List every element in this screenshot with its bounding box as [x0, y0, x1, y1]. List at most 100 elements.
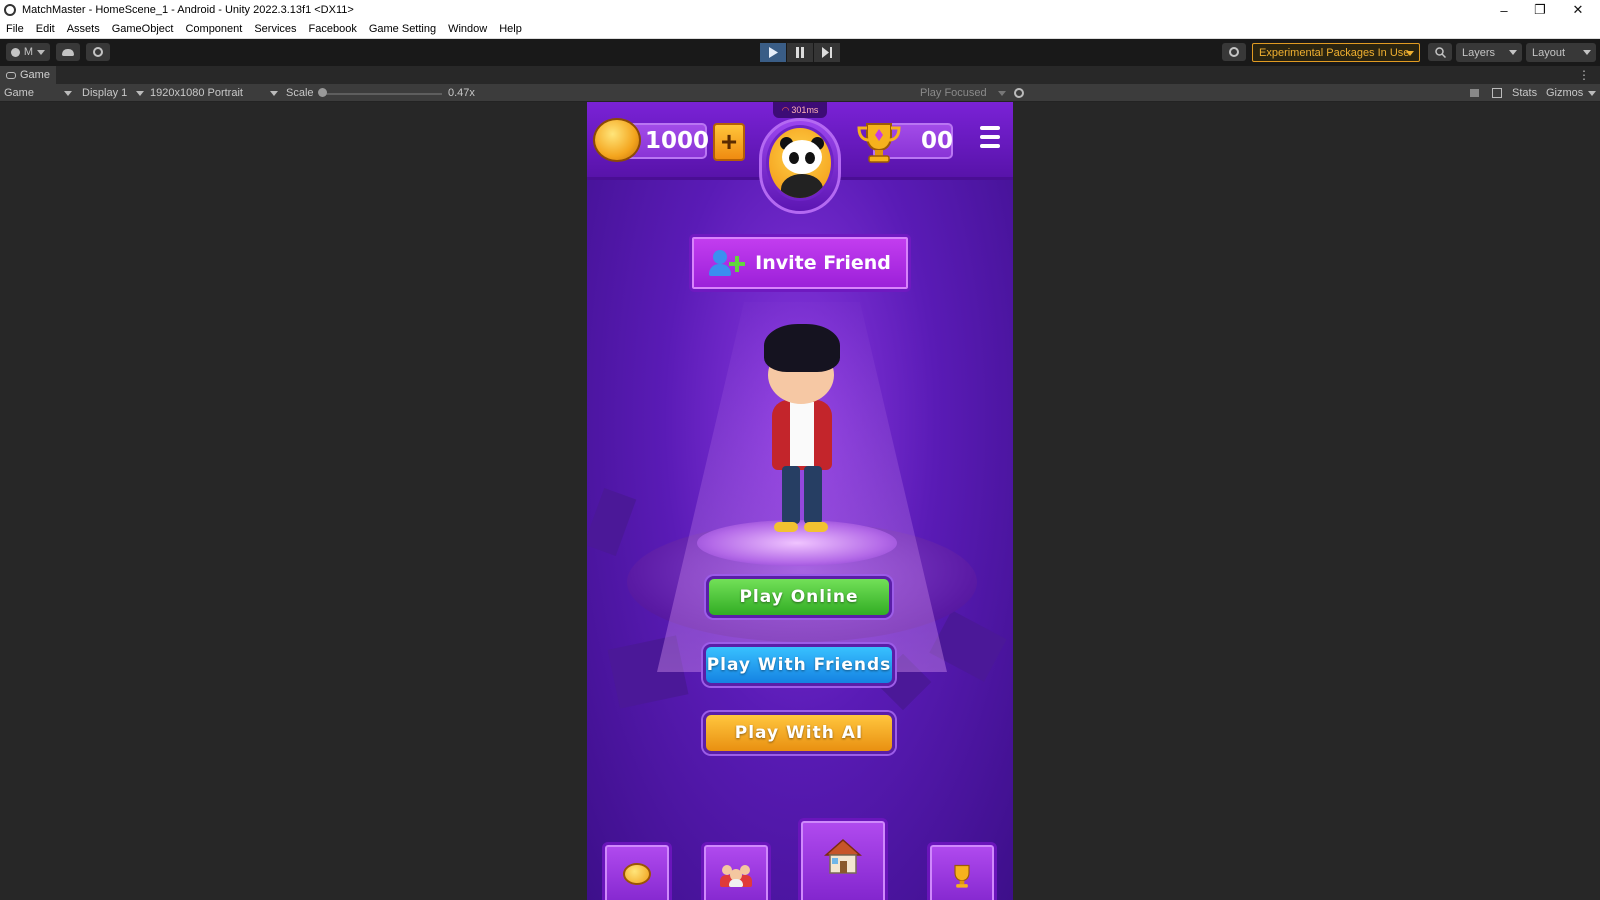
main-toolbar: M Experimental Packages In Use Layers La…: [0, 39, 1600, 66]
play-with-friends-button[interactable]: Play With Friends: [703, 644, 895, 686]
menu-window[interactable]: Window: [448, 23, 487, 35]
step-icon: [821, 47, 832, 58]
character-hair: [764, 324, 840, 372]
profile-avatar-button[interactable]: [766, 125, 834, 201]
trophy-icon: [954, 864, 970, 888]
history-icon: [1229, 47, 1239, 57]
view-select-label: Game: [4, 87, 34, 99]
menu-edit[interactable]: Edit: [36, 23, 55, 35]
coins-stack-icon: [593, 118, 641, 162]
account-dropdown[interactable]: M: [6, 43, 50, 61]
tab-game[interactable]: Game: [0, 66, 56, 84]
pause-icon: [796, 47, 804, 58]
tab-row: Game ⋮: [0, 66, 1600, 84]
menu-file[interactable]: File: [6, 23, 24, 35]
nav-friends-button[interactable]: [701, 842, 771, 900]
scale-label: Scale: [286, 87, 314, 99]
nav-leaderboard-button[interactable]: [927, 842, 997, 900]
search-button[interactable]: [1428, 43, 1452, 61]
menu-line: [980, 126, 1000, 130]
menu-help[interactable]: Help: [499, 23, 522, 35]
gear-icon: [93, 47, 103, 57]
character-leg: [782, 466, 800, 524]
game-screen[interactable]: ◠ 301ms 1000 + 00 Invite Friend Play Onl…: [587, 102, 1013, 900]
chevron-down-icon: [1509, 50, 1517, 55]
character-shoe: [804, 522, 828, 532]
nav-home-button[interactable]: [798, 818, 888, 900]
minimize-button[interactable]: –: [1486, 0, 1522, 20]
pause-button[interactable]: [787, 43, 813, 62]
friends-icon: [720, 863, 752, 887]
speaker-icon: [1470, 89, 1479, 97]
step-button[interactable]: [814, 43, 840, 62]
chevron-down-icon: [37, 49, 46, 55]
audio-mute-button[interactable]: [1470, 84, 1479, 102]
background-rock: [587, 487, 637, 557]
menu-services[interactable]: Services: [254, 23, 296, 35]
view-select[interactable]: Game: [4, 84, 74, 102]
scale-slider-handle[interactable]: [318, 88, 327, 97]
layers-label: Layers: [1462, 46, 1496, 59]
bug-report-button[interactable]: [1014, 84, 1024, 102]
more-options-icon[interactable]: ⋮: [1578, 68, 1590, 82]
menu-facebook[interactable]: Facebook: [309, 23, 357, 35]
menu-gameobject[interactable]: GameObject: [112, 23, 174, 35]
play-button[interactable]: [760, 43, 786, 62]
collab-button[interactable]: [86, 43, 110, 61]
display-select[interactable]: Display 1: [82, 84, 144, 102]
menu-line: [980, 135, 1000, 139]
chevron-down-icon: [136, 90, 144, 96]
layers-dropdown[interactable]: Layers: [1456, 43, 1522, 62]
cloud-button[interactable]: [56, 43, 80, 61]
account-icon: [10, 47, 20, 57]
invite-friend-label: Invite Friend: [755, 252, 891, 274]
experimental-packages-dropdown[interactable]: Experimental Packages In Use: [1252, 43, 1420, 62]
game-view-controls: Game Display 1 1920x1080 Portrait Scale …: [0, 84, 1600, 102]
play-online-button[interactable]: Play Online: [706, 576, 892, 618]
resolution-select[interactable]: 1920x1080 Portrait: [150, 84, 278, 102]
menu-game-setting[interactable]: Game Setting: [369, 23, 436, 35]
scale-value: 0.47x: [448, 87, 475, 99]
stats-button[interactable]: Stats: [1512, 84, 1537, 102]
character-shirt: [790, 402, 814, 466]
coins-icon: [623, 863, 651, 885]
character-shoe: [774, 522, 798, 532]
home-icon: [824, 838, 862, 874]
chevron-down-icon: [1588, 90, 1596, 96]
trophy-icon: [857, 123, 901, 163]
player-character[interactable]: [752, 324, 852, 536]
unity-logo-icon: [4, 4, 16, 16]
experimental-packages-label: Experimental Packages In Use: [1259, 46, 1410, 59]
play-focused-label: Play Focused: [920, 87, 987, 99]
chevron-down-icon: [64, 90, 72, 96]
play-icon: [769, 47, 778, 58]
menu-assets[interactable]: Assets: [67, 23, 100, 35]
nav-shop-button[interactable]: [602, 842, 672, 900]
undo-history-button[interactable]: [1222, 43, 1246, 61]
add-coins-button[interactable]: +: [713, 123, 745, 161]
panda-eye: [805, 152, 815, 164]
tab-game-label: Game: [20, 69, 50, 81]
menu-component[interactable]: Component: [185, 23, 242, 35]
layout-dropdown[interactable]: Layout: [1526, 43, 1596, 62]
panda-body: [781, 174, 823, 198]
play-focused-select[interactable]: Play Focused: [920, 84, 1006, 102]
menu-line: [980, 144, 1000, 148]
window-title-bar: MatchMaster - HomeScene_1 - Android - Un…: [0, 0, 1600, 20]
close-button[interactable]: ✕: [1560, 0, 1596, 20]
restore-button[interactable]: ❐: [1522, 0, 1558, 20]
play-with-ai-button[interactable]: Play With AI: [703, 712, 895, 754]
invite-friend-button[interactable]: Invite Friend: [689, 234, 911, 292]
gamepad-icon: [6, 71, 16, 79]
hamburger-menu-button[interactable]: [980, 126, 1000, 154]
search-icon: [1434, 46, 1446, 58]
chevron-down-icon: [998, 90, 1006, 96]
stats-toggle-icon-button[interactable]: [1492, 84, 1502, 102]
display-select-label: Display 1: [82, 87, 128, 99]
grid-icon: [1492, 88, 1502, 98]
trophy-value: 00: [921, 128, 954, 154]
coin-value: 1000: [645, 128, 710, 154]
gizmos-dropdown[interactable]: Gizmos: [1546, 84, 1596, 102]
scale-slider-track[interactable]: [322, 93, 442, 95]
add-user-icon: [709, 248, 747, 278]
